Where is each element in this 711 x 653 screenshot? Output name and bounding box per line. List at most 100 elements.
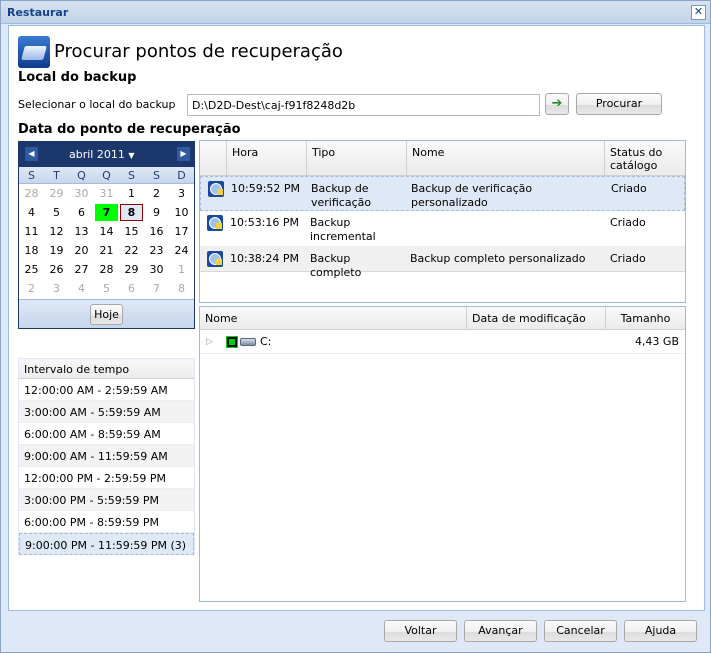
cancel-button[interactable]: Cancelar	[544, 620, 617, 642]
column-header-file-name[interactable]: Nome	[200, 307, 467, 330]
calendar-day[interactable]: 18	[20, 242, 43, 259]
time-interval-item[interactable]: 6:00:00 PM - 8:59:59 PM	[19, 511, 194, 533]
calendar-day[interactable]: 28	[95, 261, 118, 278]
calendar-day[interactable]: 31	[95, 185, 118, 202]
recovery-point-type: Backup completo	[310, 252, 362, 279]
calendar-day[interactable]: 12	[45, 223, 68, 240]
file-row[interactable]: ▷ C: 4,43 GB	[200, 330, 685, 354]
time-interval-item[interactable]: 9:00:00 PM - 11:59:59 PM (3)	[19, 533, 194, 555]
today-button[interactable]: Hoje	[90, 304, 123, 325]
calendar: ◀ abril 2011 ▼ ▶ STQQSSD 28 29 30 31 1 2 3 4 5 6 7…	[18, 141, 195, 329]
expand-arrow-icon[interactable]: ▷	[206, 335, 213, 349]
column-header-status[interactable]: Status do catálogo	[605, 141, 685, 176]
calendar-day[interactable]: 29	[120, 261, 143, 278]
calendar-day[interactable]: 4	[70, 280, 93, 297]
column-header-name[interactable]: Nome	[407, 141, 605, 176]
icon-column-header	[200, 141, 227, 176]
calendar-day[interactable]: 1	[120, 185, 143, 202]
calendar-day[interactable]: 13	[70, 223, 93, 240]
day-name: Q	[77, 169, 86, 182]
recovery-point-status: Criado	[610, 252, 646, 265]
column-header-size[interactable]: Tamanho	[606, 307, 685, 330]
column-header-modified[interactable]: Data de modificação	[467, 307, 606, 330]
calendar-day[interactable]: 24	[170, 242, 193, 259]
back-button[interactable]: Voltar	[384, 620, 457, 642]
calendar-day[interactable]: 6	[120, 280, 143, 297]
checkbox-icon[interactable]	[226, 336, 238, 348]
calendar-day[interactable]: 3	[170, 185, 193, 202]
calendar-day[interactable]: 21	[95, 242, 118, 259]
time-interval-item[interactable]: 9:00:00 AM - 11:59:59 AM	[19, 445, 194, 467]
time-interval-item[interactable]: 12:00:00 AM - 2:59:59 AM	[19, 379, 194, 401]
calendar-day[interactable]: 30	[145, 261, 168, 278]
recovery-point-row[interactable]: 10:53:16 PM Backup incremental Criado	[200, 211, 685, 247]
calendar-day[interactable]: 19	[45, 242, 68, 259]
calendar-day[interactable]: 22	[120, 242, 143, 259]
calendar-day[interactable]: 9	[145, 204, 168, 221]
day-name: Q	[102, 169, 111, 182]
time-interval-item[interactable]: 3:00:00 PM - 5:59:59 PM	[19, 489, 194, 511]
recovery-point-type: Backup de verificação	[311, 182, 372, 209]
recovery-point-time: 10:53:16 PM	[230, 216, 300, 229]
day-name: S	[153, 169, 160, 182]
recovery-point-row[interactable]: 10:38:24 PM Backup completo Backup complet…	[200, 247, 685, 279]
browse-button[interactable]: Procurar	[576, 93, 662, 115]
recovery-point-name: Backup de verificação personalizado	[411, 182, 533, 209]
help-button[interactable]: Ajuda	[624, 620, 697, 642]
recovery-point-type: Backup incremental	[310, 216, 376, 243]
calendar-day[interactable]: 4	[20, 204, 43, 221]
calendar-day[interactable]: 25	[20, 261, 43, 278]
calendar-day[interactable]: 8	[170, 280, 193, 297]
calendar-day[interactable]: 29	[45, 185, 68, 202]
calendar-day[interactable]: 2	[145, 185, 168, 202]
calendar-day[interactable]: 30	[70, 185, 93, 202]
time-interval-item[interactable]: 6:00:00 AM - 8:59:59 AM	[19, 423, 194, 445]
calendar-day[interactable]: 7	[145, 280, 168, 297]
calendar-day[interactable]: 14	[95, 223, 118, 240]
time-interval-header: Intervalo de tempo	[19, 359, 194, 379]
next-button[interactable]: Avançar	[464, 620, 537, 642]
calendar-day[interactable]: 28	[20, 185, 43, 202]
calendar-day[interactable]: 26	[45, 261, 68, 278]
calendar-day[interactable]: 5	[95, 280, 118, 297]
backup-path-input[interactable]	[187, 94, 540, 116]
recovery-points-grid: Hora Tipo Nome Status do catálogo 10:59:…	[199, 140, 686, 303]
calendar-day[interactable]: 8	[120, 204, 143, 221]
calendar-month[interactable]: abril 2011 ▼	[69, 148, 135, 161]
recovery-point-row[interactable]: 10:59:52 PM Backup de verificação Backup d…	[200, 176, 685, 211]
prev-month-icon[interactable]: ◀	[25, 147, 38, 161]
files-grid: Nome Data de modificação Tamanho ▷ C: 4,…	[199, 306, 686, 602]
calendar-day[interactable]: 11	[20, 223, 43, 240]
calendar-day[interactable]: 15	[120, 223, 143, 240]
folder-icon	[18, 36, 50, 68]
next-month-icon[interactable]: ▶	[177, 147, 190, 161]
calendar-footer: Hoje	[19, 299, 194, 328]
calendar-day[interactable]: 5	[45, 204, 68, 221]
close-icon[interactable]: ✕	[691, 5, 706, 20]
calendar-day[interactable]: 17	[170, 223, 193, 240]
chevron-down-icon: ▼	[128, 151, 135, 160]
time-interval-item[interactable]: 12:00:00 PM - 2:59:59 PM	[19, 467, 194, 489]
calendar-day[interactable]: 2	[20, 280, 43, 297]
calendar-day[interactable]: 23	[145, 242, 168, 259]
calendar-day[interactable]: 3	[45, 280, 68, 297]
calendar-day[interactable]: 27	[70, 261, 93, 278]
recovery-point-name: Backup completo personalizado	[410, 252, 586, 265]
window-title: Restaurar	[7, 6, 69, 19]
calendar-day[interactable]: 20	[70, 242, 93, 259]
calendar-day[interactable]: 7	[95, 204, 118, 221]
arrow-right-icon[interactable]: ➔	[545, 93, 569, 115]
calendar-day[interactable]: 16	[145, 223, 168, 240]
calendar-day[interactable]: 1	[170, 261, 193, 278]
calendar-day[interactable]: 6	[70, 204, 93, 221]
column-header-time[interactable]: Hora	[227, 141, 307, 176]
calendar-header: ◀ abril 2011 ▼ ▶	[19, 142, 194, 167]
calendar-day[interactable]: 10	[170, 204, 193, 221]
time-interval-item[interactable]: 3:00:00 AM - 5:59:59 AM	[19, 401, 194, 423]
page-title: Procurar pontos de recuperação	[54, 41, 343, 62]
column-header-type[interactable]: Tipo	[307, 141, 407, 176]
recovery-point-time: 10:59:52 PM	[231, 182, 301, 195]
backup-clock-lock-icon	[208, 181, 224, 197]
day-name: T	[53, 169, 60, 182]
title-bar: Restaurar ✕	[1, 1, 710, 24]
